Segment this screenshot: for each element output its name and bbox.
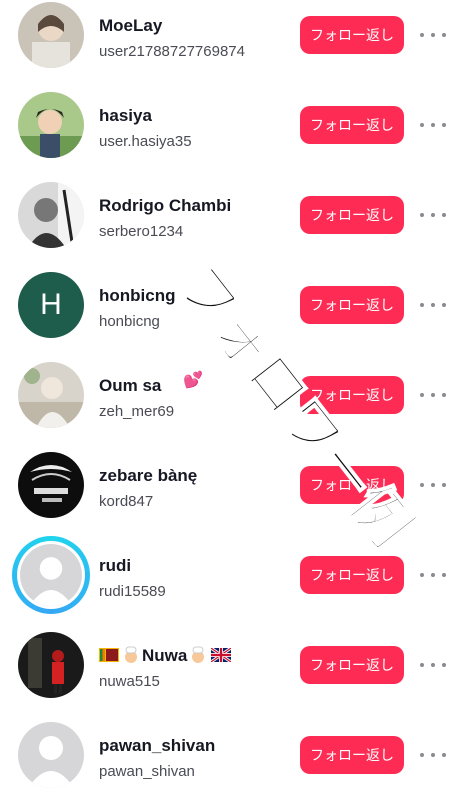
user-name-text: Nuwa xyxy=(142,646,188,665)
follower-row[interactable]: Nuwa nuwa515 フォロー返し xyxy=(0,630,457,720)
user-name[interactable]: hasiya xyxy=(99,106,152,126)
follow-back-button[interactable]: フォロー返し xyxy=(300,196,404,234)
avatar[interactable] xyxy=(18,362,84,428)
user-name[interactable]: Nuwa xyxy=(99,646,234,666)
user-name[interactable]: Oum sa xyxy=(99,376,161,396)
avatar[interactable] xyxy=(18,92,84,158)
follower-row[interactable]: zebare bànę kord847 フォロー返し xyxy=(0,450,457,540)
follow-back-button[interactable]: フォロー返し xyxy=(300,106,404,144)
user-name[interactable]: honbicng xyxy=(99,286,175,306)
avatar[interactable] xyxy=(18,2,84,68)
more-options-icon[interactable] xyxy=(420,567,446,583)
user-name[interactable]: MoeLay xyxy=(99,16,162,36)
follow-back-button[interactable]: フォロー返し xyxy=(300,466,404,504)
avatar[interactable] xyxy=(18,632,84,698)
more-options-icon[interactable] xyxy=(420,747,446,763)
user-name[interactable]: zebare bànę xyxy=(99,466,197,486)
follower-row[interactable]: hasiya user.hasiya35 フォロー返し xyxy=(0,90,457,180)
user-handle: serbero1234 xyxy=(99,223,184,240)
more-options-icon[interactable] xyxy=(420,117,446,133)
more-options-icon[interactable] xyxy=(420,207,446,223)
avatar-story-ring[interactable] xyxy=(12,536,90,614)
heart-icon: 💕 xyxy=(183,372,203,389)
user-handle: kord847 xyxy=(99,493,154,510)
user-handle: pawan_shivan xyxy=(99,763,195,780)
follower-row[interactable]: pawan_shivan pawan_shivan フォロー返し xyxy=(0,720,457,810)
sri-lanka-flag-icon xyxy=(99,648,119,662)
avatar[interactable] xyxy=(18,452,84,518)
follow-back-button[interactable]: フォロー返し xyxy=(300,376,404,414)
user-handle: honbicng xyxy=(99,313,160,330)
follower-row[interactable]: MoeLay user21788727769874 フォロー返し xyxy=(0,0,457,90)
user-handle: user.hasiya35 xyxy=(99,133,192,150)
follow-back-button[interactable]: フォロー返し xyxy=(300,16,404,54)
more-options-icon[interactable] xyxy=(420,387,446,403)
more-options-icon[interactable] xyxy=(420,477,446,493)
avatar[interactable] xyxy=(18,722,84,788)
avatar[interactable]: H xyxy=(18,272,84,338)
user-name[interactable]: rudi xyxy=(99,556,131,576)
user-handle: user21788727769874 xyxy=(99,43,245,60)
follower-row[interactable]: Oum sa zeh_mer69 フォロー返し xyxy=(0,360,457,450)
cook-emoji-icon xyxy=(192,646,205,663)
user-handle: zeh_mer69 xyxy=(99,403,175,420)
more-options-icon[interactable] xyxy=(420,657,446,673)
user-handle: nuwa515 xyxy=(99,673,160,690)
user-handle: rudi15589 xyxy=(99,583,166,600)
follow-back-button[interactable]: フォロー返し xyxy=(300,556,404,594)
user-name[interactable]: Rodrigo Chambi xyxy=(99,196,231,216)
user-name[interactable]: pawan_shivan xyxy=(99,736,215,756)
follower-row[interactable]: rudi rudi15589 フォロー返し xyxy=(0,536,457,630)
more-options-icon[interactable] xyxy=(420,27,446,43)
follow-back-button[interactable]: フォロー返し xyxy=(300,736,404,774)
follower-row[interactable]: Rodrigo Chambi serbero1234 フォロー返し xyxy=(0,180,457,270)
more-options-icon[interactable] xyxy=(420,297,446,313)
follower-row[interactable]: H honbicng honbicng フォロー返し xyxy=(0,270,457,360)
follow-back-button[interactable]: フォロー返し xyxy=(300,646,404,684)
avatar[interactable] xyxy=(18,182,84,248)
cook-emoji-icon xyxy=(125,646,137,663)
follow-back-button[interactable]: フォロー返し xyxy=(300,286,404,324)
avatar-letter: H xyxy=(18,272,84,338)
uk-flag-icon xyxy=(211,648,232,662)
